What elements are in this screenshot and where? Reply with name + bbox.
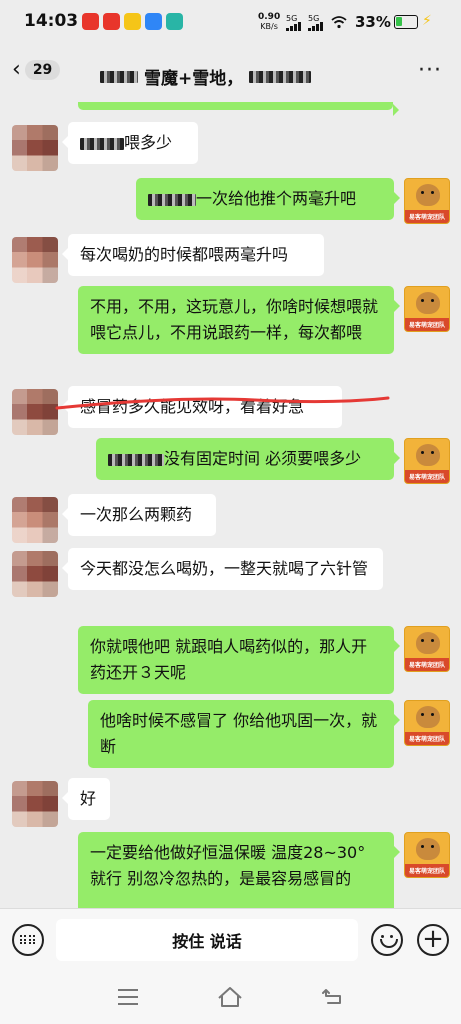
chat-title: 雪魔+雪地，: [100, 64, 312, 89]
self-avatar[interactable]: 易客萌宠团队: [404, 178, 450, 224]
message-text: 今天都没怎么喝奶，一整天就喝了六针管: [80, 559, 369, 578]
back-nav-button[interactable]: [322, 986, 344, 1006]
system-navigation-bar: [0, 972, 461, 1024]
redacted-text: [100, 70, 138, 83]
hamster-icon: [416, 292, 440, 314]
battery-icon: [394, 15, 418, 29]
message-text: 每次喝奶的时候都喂两毫升吗: [80, 245, 289, 264]
network-speed-unit: KB/s: [260, 22, 278, 31]
message-text: 好: [80, 789, 97, 808]
message-bubble-outgoing[interactable]: 一次给他推个两毫升吧: [136, 178, 400, 220]
keyboard-toggle-button[interactable]: [12, 924, 44, 956]
message-text: 没有固定时间 必须要喂多少: [164, 449, 362, 468]
message-text: 喂多少: [124, 133, 173, 152]
hold-to-talk-button[interactable]: 按住 说话: [56, 919, 358, 961]
avatar-caption: 易客萌宠团队: [408, 214, 445, 221]
message-bubble-outgoing[interactable]: [78, 102, 399, 116]
battery-percent: 33%: [355, 13, 391, 31]
message-bubble-outgoing[interactable]: 不用，不用，这玩意儿，你啥时候想喂就喂它点儿，不用说跟药一样，每次都喂: [78, 286, 400, 354]
recent-apps-button[interactable]: [118, 989, 138, 1005]
status-time: 14:03: [24, 11, 79, 31]
contact-avatar[interactable]: [12, 497, 58, 543]
message-bubble-incoming[interactable]: 一次那么两颗药: [62, 494, 216, 536]
redacted-text: [148, 193, 196, 206]
hamster-icon: [416, 632, 440, 654]
contact-avatar[interactable]: [12, 781, 58, 827]
message-list[interactable]: 喂多少 一次给他推个两毫升吧 易客萌宠团队 每次喝奶的时候都喂两毫升吗 不用，不…: [0, 102, 461, 908]
network-speed-value: 0.90: [258, 12, 281, 22]
contact-avatar[interactable]: [12, 125, 58, 171]
self-avatar[interactable]: 易客萌宠团队: [404, 700, 450, 746]
home-button[interactable]: [216, 985, 244, 1009]
avatar-caption: 易客萌宠团队: [408, 474, 445, 481]
hamster-icon: [416, 706, 440, 728]
avatar-caption: 易客萌宠团队: [408, 868, 445, 875]
status-bar: 14:03 0.90 KB/s 5G 5G 33% ⚡: [0, 0, 461, 44]
hamster-icon: [416, 838, 440, 860]
message-bubble-outgoing[interactable]: 一定要给他做好恒温保暖 温度28~30° 就行 别忽冷忽热的，是最容易感冒的: [78, 832, 400, 908]
message-text: 你就喂他吧 就跟咱人喝药似的，那人开药还开３天呢: [90, 637, 368, 682]
contact-avatar[interactable]: [12, 237, 58, 283]
hamster-icon: [416, 444, 440, 466]
battery-level: [396, 17, 402, 26]
app-notification-icon: [124, 13, 141, 30]
back-button[interactable]: ‹ 29: [12, 57, 61, 82]
wifi-icon: [331, 16, 347, 29]
message-bubble-outgoing[interactable]: 没有固定时间 必须要喂多少: [96, 438, 400, 480]
plus-button[interactable]: +: [417, 924, 449, 956]
message-text: 他啥时候不感冒了 你给他巩固一次，就断: [100, 711, 378, 756]
app-notification-icon: [103, 13, 120, 30]
app-notification-icon: [82, 13, 99, 30]
notification-icons: [82, 13, 183, 30]
redacted-text: [80, 137, 124, 150]
redacted-text: [108, 453, 164, 466]
message-bubble-incoming[interactable]: 喂多少: [62, 122, 198, 164]
avatar-caption: 易客萌宠团队: [408, 662, 445, 669]
sim2-signal-icon: [308, 22, 323, 31]
avatar-caption: 易客萌宠团队: [408, 322, 445, 329]
chat-header: ‹ 29 雪魔+雪地， ···: [0, 44, 461, 102]
network-speed: 0.90 KB/s: [258, 12, 281, 32]
message-bubble-incoming[interactable]: 每次喝奶的时候都喂两毫升吗: [62, 234, 324, 276]
chat-title-text: 雪魔+雪地，: [144, 69, 244, 89]
app-notification-icon: [166, 13, 183, 30]
message-bubble-outgoing[interactable]: 你就喂他吧 就跟咱人喝药似的，那人开药还开３天呢: [78, 626, 400, 694]
message-bubble-incoming[interactable]: 好: [62, 778, 110, 820]
sim1-signal-icon: [286, 22, 301, 31]
contact-avatar[interactable]: [12, 389, 58, 435]
more-options-button[interactable]: ···: [418, 58, 442, 83]
self-avatar[interactable]: 易客萌宠团队: [404, 286, 450, 332]
self-avatar[interactable]: 易客萌宠团队: [404, 626, 450, 672]
input-bar: 按住 说话 +: [0, 908, 461, 972]
emoji-button[interactable]: [371, 924, 403, 956]
red-underline-annotation: [55, 396, 390, 410]
message-text: 一次给他推个两毫升吧: [196, 189, 357, 208]
message-text: 不用，不用，这玩意儿，你啥时候想喂就喂它点儿，不用说跟药一样，每次都喂: [90, 297, 379, 342]
redacted-text: [249, 70, 312, 83]
self-avatar[interactable]: 易客萌宠团队: [404, 438, 450, 484]
message-bubble-incoming[interactable]: 今天都没怎么喝奶，一整天就喝了六针管: [62, 548, 383, 590]
chevron-left-icon: ‹: [12, 57, 21, 82]
message-bubble-outgoing[interactable]: 他啥时候不感冒了 你给他巩固一次，就断: [88, 700, 400, 768]
message-text: 一定要给他做好恒温保暖 温度28~30° 就行 别忽冷忽热的，是最容易感冒的: [90, 843, 366, 888]
charging-icon: ⚡: [422, 13, 432, 29]
contact-avatar[interactable]: [12, 551, 58, 597]
unread-count-badge: 29: [24, 60, 61, 80]
hamster-icon: [416, 184, 440, 206]
avatar-caption: 易客萌宠团队: [408, 736, 445, 743]
message-text: 一次那么两颗药: [80, 505, 193, 524]
self-avatar[interactable]: 易客萌宠团队: [404, 832, 450, 878]
app-notification-icon: [145, 13, 162, 30]
keyboard-icon: [20, 935, 36, 945]
